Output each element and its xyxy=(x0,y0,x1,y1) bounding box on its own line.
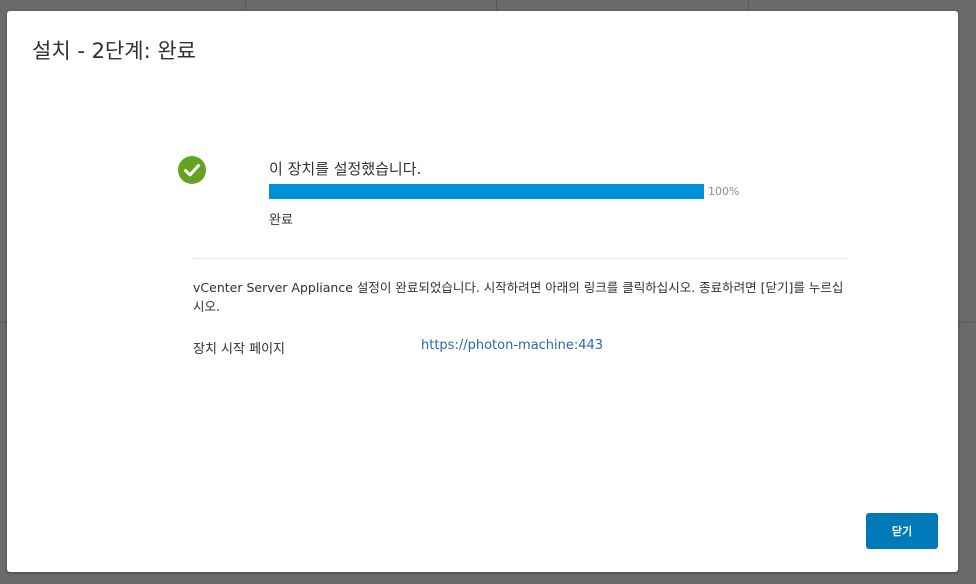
status-message: 이 장치를 설정했습니다. xyxy=(269,160,422,178)
completion-message: vCenter Server Appliance 설정이 완료되었습니다. 시작… xyxy=(193,280,844,314)
section-divider xyxy=(193,258,848,259)
progress-state-label: 완료 xyxy=(269,213,293,228)
setup-complete-dialog: 설치 - 2단계: 완료 이 장치를 설정했습니다. 100% 완료 vCent… xyxy=(7,11,958,572)
progress-percent: 100% xyxy=(708,185,740,198)
background-divider xyxy=(496,0,497,11)
background-divider xyxy=(0,322,7,323)
background-divider xyxy=(958,322,976,323)
progress-bar-fill xyxy=(269,184,704,199)
appliance-page-link[interactable]: https://photon-machine:443 xyxy=(421,338,603,353)
dialog-title: 설치 - 2단계: 완료 xyxy=(32,39,196,63)
progress-bar xyxy=(269,184,704,199)
background-divider xyxy=(245,0,246,11)
check-circle-icon xyxy=(178,156,206,184)
background-divider xyxy=(748,0,749,11)
close-button[interactable]: 닫기 xyxy=(866,513,938,549)
appliance-page-label: 장치 시작 페이지 xyxy=(193,342,285,357)
